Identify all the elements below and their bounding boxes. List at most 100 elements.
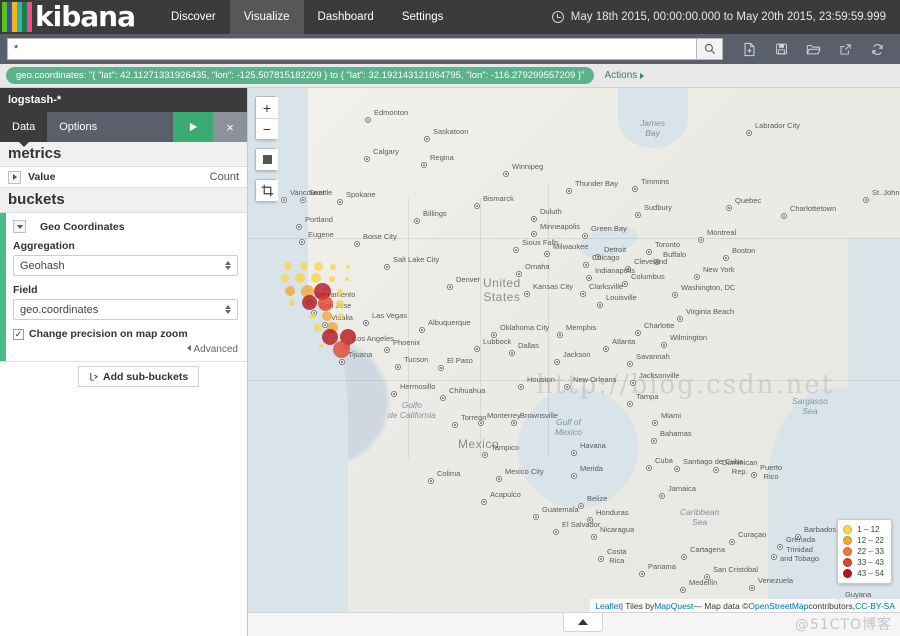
map-label: San Cristóbal [713, 565, 758, 574]
play-triangle-icon [188, 121, 199, 133]
zoom-in-button[interactable]: + [256, 97, 278, 118]
field-select[interactable]: geo.coordinates [13, 299, 238, 320]
city-marker-icon [513, 247, 519, 253]
map-label: Regina [430, 153, 454, 162]
geohash-bucket-circle[interactable] [285, 286, 295, 296]
search-submit-button[interactable] [696, 38, 723, 60]
filter-pill-geo-coordinates[interactable]: geo.coordinates: "{ "lat": 42.1127133192… [6, 67, 594, 84]
metric-row-value[interactable]: Value Count [0, 167, 247, 188]
fit-data-bounds-button[interactable] [256, 149, 278, 170]
geohash-bucket-circle[interactable] [302, 295, 317, 310]
geohash-bucket-circle[interactable] [337, 289, 342, 294]
advanced-label: Advanced [194, 344, 238, 355]
nav-tab-dashboard[interactable]: Dashboard [304, 0, 388, 34]
city-marker-icon [580, 291, 586, 297]
draw-bounds-group [255, 179, 277, 202]
city-marker-icon [632, 186, 638, 192]
geohash-bucket-circle[interactable] [284, 262, 292, 270]
license-link[interactable]: CC-BY-SA [855, 601, 895, 611]
map-label: Saskatoon [433, 127, 468, 136]
caret-right-icon [640, 73, 644, 79]
leaflet-link[interactable]: Leaflet [595, 601, 621, 611]
map-label: Honduras [596, 508, 629, 517]
city-marker-icon [424, 136, 430, 142]
map-label: Jacksonville [639, 371, 679, 380]
map-label: New York [703, 265, 735, 274]
city-marker-icon [646, 465, 652, 471]
legend-label: 22 – 33 [857, 547, 884, 556]
map-label: Savannah [636, 352, 670, 361]
legend-row[interactable]: 12 – 22 [843, 535, 884, 546]
add-sub-buckets-button[interactable]: Add sub-buckets [78, 366, 199, 387]
map-label: Cartagena [690, 545, 725, 554]
legend-row[interactable]: 43 – 54 [843, 568, 884, 579]
collapse-panel-button[interactable] [563, 613, 603, 632]
openstreetmap-link[interactable]: OpenStreetMap [748, 601, 808, 611]
nav-tab-settings[interactable]: Settings [388, 0, 458, 34]
map-label: Jackson [563, 350, 591, 359]
chevron-up-icon [578, 619, 588, 625]
map-label: New Orleans [573, 375, 616, 384]
geohash-bucket-circle[interactable] [318, 296, 333, 311]
city-marker-icon [680, 587, 686, 593]
nav-tab-visualize[interactable]: Visualize [230, 0, 304, 34]
time-range-picker[interactable]: May 18th 2015, 00:00:00.000 to May 20th … [552, 0, 900, 34]
zoom-out-button[interactable]: − [256, 118, 278, 139]
legend-row[interactable]: 1 – 12 [843, 524, 884, 535]
discard-changes-button[interactable]: × [213, 112, 247, 142]
geohash-bucket-circle[interactable] [333, 341, 350, 358]
map-label: Eugene [308, 230, 334, 239]
open-visualization-button[interactable] [797, 36, 829, 62]
nav-tab-discover[interactable]: Discover [157, 0, 230, 34]
map-label: Merida [580, 464, 603, 473]
legend-row[interactable]: 33 – 43 [843, 557, 884, 568]
geohash-bucket-circle[interactable] [322, 311, 332, 321]
refresh-visualization-button[interactable] [861, 36, 893, 62]
map-label: Tampa [636, 392, 659, 401]
tab-options[interactable]: Options [47, 112, 109, 142]
search-input[interactable] [7, 38, 696, 60]
aggregation-label: Aggregation [13, 240, 238, 252]
field-label: Field [13, 284, 238, 296]
geohash-bucket-circle[interactable] [311, 273, 321, 283]
aggregation-select[interactable]: Geohash [13, 255, 238, 276]
attribution-sep-3: contributors, [808, 601, 855, 611]
save-visualization-button[interactable] [765, 36, 797, 62]
city-marker-icon [694, 274, 700, 280]
apply-changes-button[interactable] [173, 112, 213, 142]
geohash-bucket-circle[interactable] [295, 273, 305, 283]
filter-actions-button[interactable]: Actions [604, 70, 644, 81]
index-pattern-label: logstash-* [0, 88, 247, 112]
geohash-bucket-circle[interactable] [300, 262, 308, 270]
geohash-bucket-circle[interactable] [281, 274, 289, 282]
add-sub-buckets-wrap: Add sub-buckets [0, 362, 247, 387]
change-precision-checkbox-row[interactable]: ✓ Change precision on map zoom [13, 328, 238, 340]
collapse-bucket-icon[interactable] [13, 220, 26, 233]
tab-data[interactable]: Data [0, 112, 47, 142]
geohash-bucket-circle[interactable] [314, 324, 322, 332]
geohash-bucket-circle[interactable] [338, 313, 344, 319]
bucket-header[interactable]: Geo Coordinates [13, 220, 238, 233]
expand-metric-icon[interactable] [8, 171, 21, 184]
geohash-bucket-circle[interactable] [329, 276, 334, 281]
aggregation-value: Geohash [20, 260, 65, 272]
logo-bars-icon [2, 2, 32, 32]
map-label: Labrador City [755, 121, 800, 130]
share-visualization-button[interactable] [829, 36, 861, 62]
nav-tab-label: Visualize [244, 11, 290, 23]
visualization-toolbar [733, 36, 893, 62]
mapquest-link[interactable]: MapQuest [654, 601, 693, 611]
city-marker-icon [511, 420, 517, 426]
attribution-sep-2: — Map data © [693, 601, 748, 611]
city-marker-icon [603, 346, 609, 352]
map-label: Chicago [592, 253, 620, 262]
new-visualization-button[interactable] [733, 36, 765, 62]
city-marker-icon [364, 156, 370, 162]
advanced-toggle[interactable]: Advanced [13, 344, 238, 355]
geohash-bucket-circle[interactable] [314, 262, 323, 271]
legend-row[interactable]: 22 – 33 [843, 546, 884, 557]
tile-map-visualization[interactable]: http://blog.csdn.net EdmontonSaskatoonCa… [248, 88, 900, 612]
change-precision-checkbox[interactable]: ✓ [13, 329, 24, 340]
draw-bounding-box-button[interactable] [256, 180, 278, 201]
kibana-logo[interactable]: kibana [0, 0, 141, 34]
